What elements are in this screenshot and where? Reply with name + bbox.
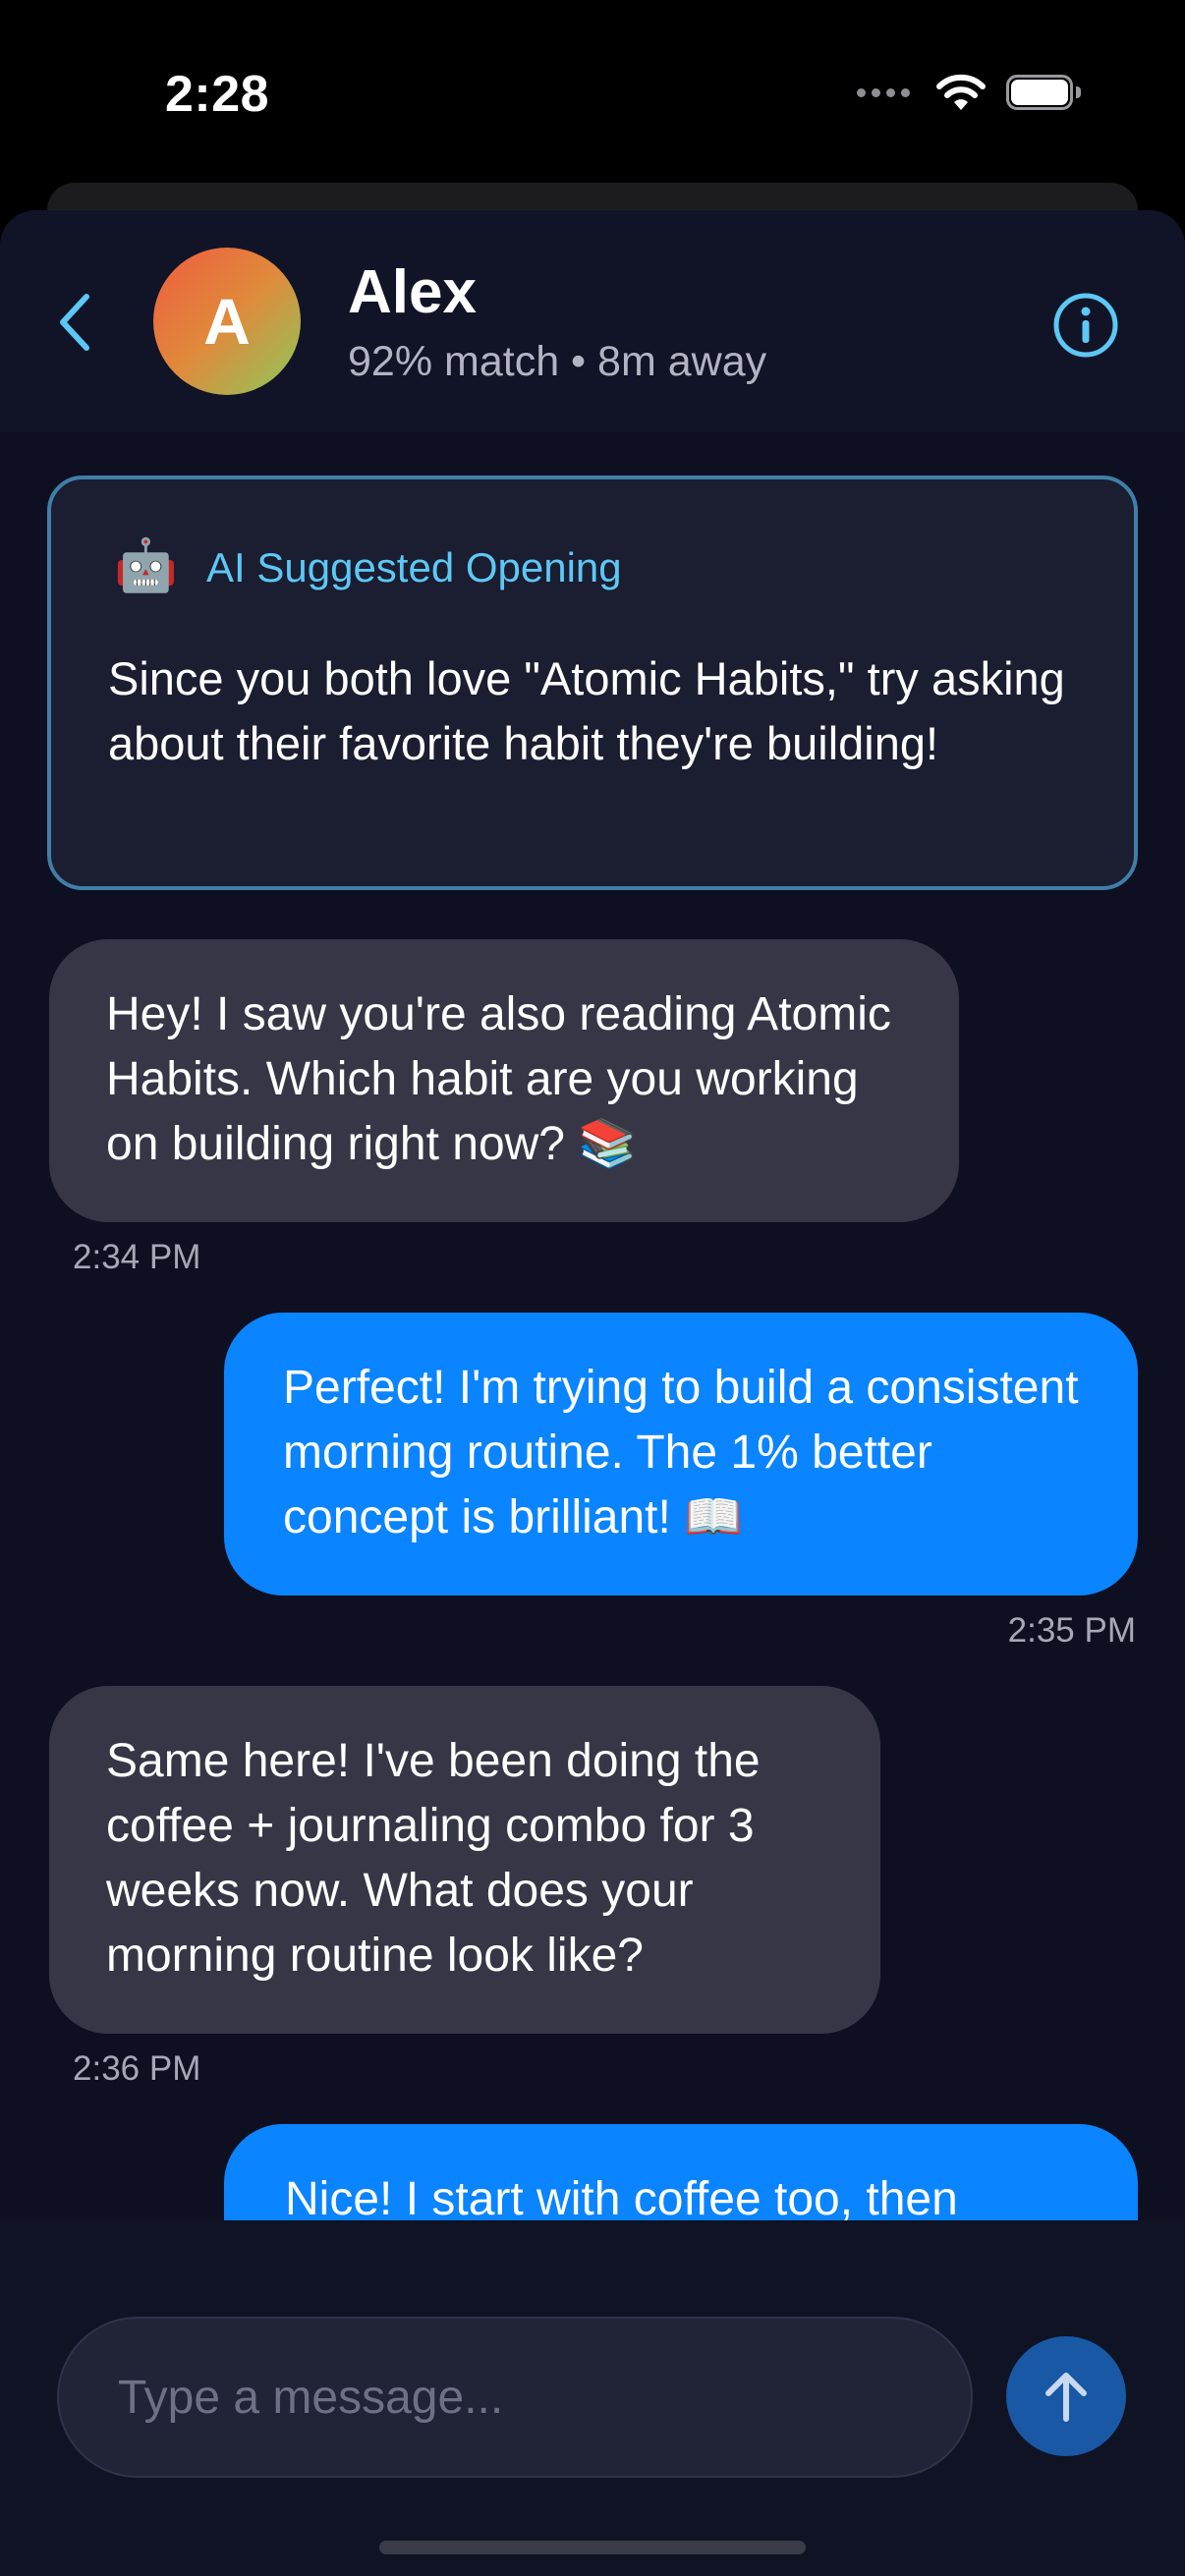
message-list[interactable]: 🤖 AI Suggested Opening Since you both lo…: [0, 432, 1185, 2234]
status-icons: [857, 73, 1081, 112]
message-timestamp: 2:35 PM: [1007, 1611, 1136, 1650]
robot-icon: 🤖: [114, 537, 178, 594]
message-text: Perfect! I'm trying to build a consisten…: [283, 1362, 1079, 1543]
message-bubble-incoming[interactable]: Same here! I've been doing the coffee + …: [49, 1686, 880, 2034]
info-icon: [1053, 293, 1118, 358]
message-text: Nice! I start with coffee too, then: [285, 2173, 958, 2225]
message-bubble-incoming[interactable]: Hey! I saw you're also reading Atomic Ha…: [49, 939, 959, 1222]
ai-suggestion-text: Since you both love "Atomic Habits," try…: [108, 652, 1065, 769]
ai-suggestion-title: AI Suggested Opening: [206, 544, 622, 590]
chat-sheet: A Alex 92% match • 8m away 🤖 AI Suggeste…: [0, 210, 1185, 2576]
message-composer: [0, 2220, 1185, 2576]
contact-name: Alex: [348, 258, 477, 326]
message-bubble-outgoing[interactable]: Perfect! I'm trying to build a consisten…: [224, 1313, 1138, 1596]
contact-meta: 92% match • 8m away: [348, 338, 767, 385]
status-bar: 2:28: [0, 0, 1185, 187]
wifi-icon: [936, 74, 986, 110]
message-bubble-outgoing[interactable]: Nice! I start with coffee too, then: [224, 2124, 1138, 2234]
battery-icon: [1006, 75, 1081, 110]
message-input[interactable]: [57, 2317, 973, 2478]
message-text: Hey! I saw you're also reading Atomic Ha…: [106, 988, 891, 1170]
avatar[interactable]: A: [153, 248, 301, 395]
chat-header: A Alex 92% match • 8m away: [0, 210, 1185, 432]
cellular-signal-icon: [857, 87, 910, 97]
home-indicator[interactable]: [379, 2541, 806, 2554]
ai-suggestion-card[interactable]: 🤖 AI Suggested Opening Since you both lo…: [47, 476, 1138, 890]
back-button[interactable]: [45, 285, 104, 360]
send-button[interactable]: [1006, 2336, 1126, 2456]
message-timestamp: 2:36 PM: [73, 2049, 201, 2088]
avatar-initial: A: [203, 285, 251, 358]
message-timestamp: 2:34 PM: [73, 1238, 201, 1276]
message-text: Same here! I've been doing the coffee + …: [106, 1735, 761, 1982]
status-time: 2:28: [165, 66, 270, 123]
info-button[interactable]: [1051, 291, 1120, 360]
chevron-left-icon: [60, 294, 89, 351]
arrow-up-icon: [1045, 2373, 1087, 2422]
